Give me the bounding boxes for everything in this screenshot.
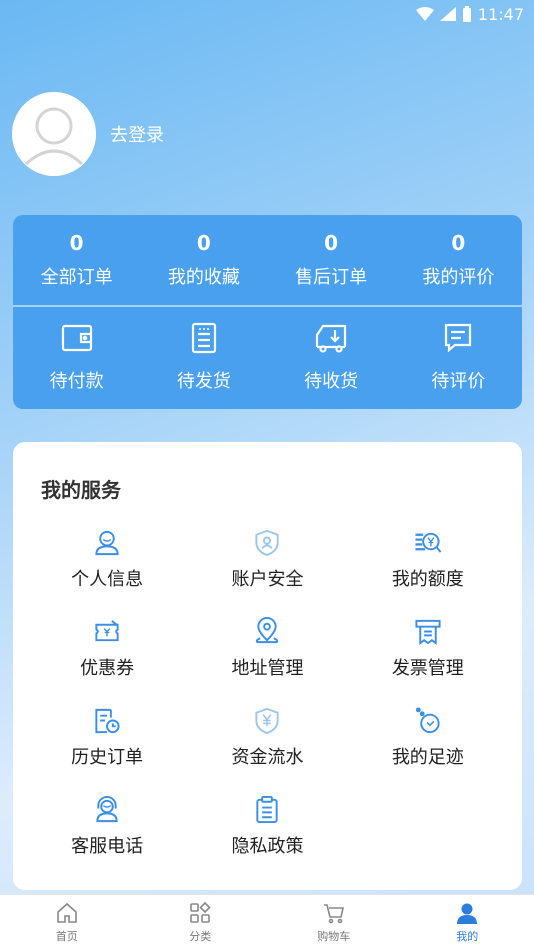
tab-home[interactable]: 首页 bbox=[0, 895, 134, 950]
clipboard-icon bbox=[256, 795, 279, 824]
service-label: 我的额度 bbox=[391, 569, 464, 590]
tab-mine[interactable]: 我的 bbox=[401, 895, 534, 950]
person-icon bbox=[457, 903, 478, 924]
service-privacy-policy[interactable]: 隐私政策 bbox=[187, 795, 347, 858]
tab-cart[interactable]: 购物车 bbox=[267, 895, 401, 950]
count-after-sales[interactable]: 0 售后订单 bbox=[268, 215, 395, 305]
cart-icon bbox=[323, 904, 344, 924]
service-invoice[interactable]: 发票管理 bbox=[348, 617, 508, 680]
service-account-security[interactable]: 账户安全 bbox=[187, 528, 347, 591]
default-avatar-icon bbox=[12, 92, 96, 176]
status-pending-receipt[interactable]: 待收货 bbox=[268, 307, 395, 407]
shield-yuan-icon bbox=[255, 707, 280, 735]
signal-icon bbox=[439, 7, 456, 21]
tab-label: 首页 bbox=[55, 930, 78, 943]
tab-category[interactable]: 分类 bbox=[134, 895, 268, 950]
location-icon bbox=[256, 617, 279, 644]
wallet-icon bbox=[61, 324, 92, 352]
tab-label: 购物车 bbox=[317, 930, 351, 943]
service-address[interactable]: 地址管理 bbox=[187, 617, 347, 680]
history-order-icon bbox=[95, 708, 120, 734]
status-pending-review[interactable]: 待评价 bbox=[395, 307, 522, 407]
count-value: 0 bbox=[324, 231, 339, 255]
services-card: 我的服务 个人信息 账户安全 我的额度 优惠券 地址管理 发票管理 历史订单 资… bbox=[13, 442, 522, 890]
truck-icon bbox=[316, 324, 347, 353]
count-label: 售后订单 bbox=[295, 267, 368, 288]
footprint-icon bbox=[415, 707, 440, 734]
count-value: 0 bbox=[196, 231, 211, 255]
tab-label: 我的 bbox=[456, 930, 479, 943]
count-all-orders[interactable]: 0 全部订单 bbox=[13, 215, 140, 305]
status-label: 待付款 bbox=[49, 371, 104, 392]
credit-search-icon bbox=[415, 532, 442, 553]
wifi-icon bbox=[415, 7, 434, 21]
avatar[interactable] bbox=[12, 92, 96, 176]
count-label: 我的收藏 bbox=[167, 267, 240, 288]
count-value: 0 bbox=[451, 231, 466, 255]
orders-card: 0 全部订单 0 我的收藏 0 售后订单 0 我的评价 待付款 待发货 待收货 … bbox=[13, 215, 522, 409]
count-value: 0 bbox=[69, 231, 84, 255]
profile-header[interactable]: 去登录 bbox=[12, 92, 164, 176]
service-label: 客服电话 bbox=[71, 836, 144, 857]
status-bar: 11:47 bbox=[0, 0, 534, 28]
status-time: 11:47 bbox=[477, 4, 524, 24]
service-customer-hotline[interactable]: 客服电话 bbox=[27, 795, 187, 858]
service-label: 隐私政策 bbox=[231, 836, 304, 857]
order-counts-row: 0 全部订单 0 我的收藏 0 售后订单 0 我的评价 bbox=[13, 215, 522, 307]
service-label: 我的足迹 bbox=[391, 747, 464, 768]
service-history-orders[interactable]: 历史订单 bbox=[27, 706, 187, 769]
comment-icon bbox=[445, 323, 472, 353]
status-pending-payment[interactable]: 待付款 bbox=[13, 307, 140, 407]
coupon-icon bbox=[95, 620, 119, 642]
category-icon bbox=[190, 901, 211, 923]
service-label: 个人信息 bbox=[71, 569, 144, 590]
battery-icon bbox=[462, 6, 471, 22]
status-label: 待收货 bbox=[304, 371, 359, 392]
service-label: 发票管理 bbox=[391, 658, 464, 679]
service-personal-info[interactable]: 个人信息 bbox=[27, 528, 187, 591]
shield-user-icon bbox=[255, 529, 280, 557]
tab-label: 分类 bbox=[189, 930, 212, 943]
headset-icon bbox=[96, 795, 118, 823]
services-title: 我的服务 bbox=[41, 478, 121, 502]
service-label: 优惠券 bbox=[80, 658, 135, 679]
user-icon bbox=[95, 530, 119, 556]
package-icon bbox=[191, 322, 216, 354]
status-pending-shipment[interactable]: 待发货 bbox=[140, 307, 267, 407]
service-label: 账户安全 bbox=[231, 569, 304, 590]
service-fund-flow[interactable]: 资金流水 bbox=[187, 706, 347, 769]
count-reviews[interactable]: 0 我的评价 bbox=[395, 215, 522, 305]
count-label: 我的评价 bbox=[422, 267, 495, 288]
bottom-tab-bar: 首页 分类 购物车 我的 bbox=[0, 894, 534, 950]
status-label: 待评价 bbox=[431, 371, 486, 392]
order-status-row: 待付款 待发货 待收货 待评价 bbox=[13, 307, 522, 407]
count-favorites[interactable]: 0 我的收藏 bbox=[140, 215, 267, 305]
service-label: 历史订单 bbox=[71, 747, 144, 768]
service-my-credit[interactable]: 我的额度 bbox=[348, 528, 508, 591]
count-label: 全部订单 bbox=[40, 267, 113, 288]
home-icon bbox=[56, 902, 77, 923]
services-grid: 个人信息 账户安全 我的额度 优惠券 地址管理 发票管理 历史订单 资金流水 我… bbox=[27, 528, 508, 858]
service-coupons[interactable]: 优惠券 bbox=[27, 617, 187, 680]
invoice-icon bbox=[415, 619, 441, 646]
service-label: 地址管理 bbox=[231, 658, 304, 679]
status-label: 待发货 bbox=[176, 371, 231, 392]
service-footprint[interactable]: 我的足迹 bbox=[348, 706, 508, 769]
service-label: 资金流水 bbox=[231, 747, 304, 768]
login-link[interactable]: 去登录 bbox=[110, 121, 164, 147]
